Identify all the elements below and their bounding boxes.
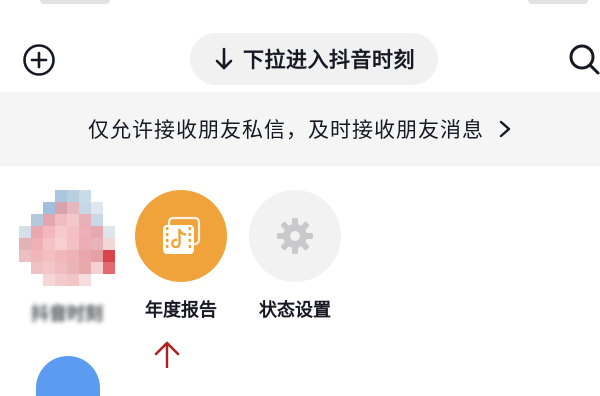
pull-down-moments-button[interactable]: 下拉进入抖音时刻 <box>190 33 438 85</box>
red-arrow-icon <box>154 341 180 368</box>
shortcut-status-settings-label: 状态设置 <box>259 300 331 321</box>
partial-next-row-icon <box>36 356 100 396</box>
arrow-down-icon <box>215 47 233 70</box>
add-button[interactable] <box>22 43 56 77</box>
search-icon <box>569 44 600 75</box>
shortcut-annual-report-label: 年度报告 <box>145 300 217 321</box>
gear-icon <box>277 218 313 254</box>
moments-avatar <box>19 190 115 286</box>
chevron-right-icon <box>499 120 511 138</box>
pull-down-label: 下拉进入抖音时刻 <box>243 48 415 72</box>
annual-report-icon-circle <box>135 190 227 282</box>
shortcut-status-settings[interactable]: 状态设置 <box>240 190 350 322</box>
message-permission-notice[interactable]: 仅允许接收朋友私信，及时接收朋友消息 <box>0 92 600 166</box>
status-settings-icon-circle <box>249 190 341 282</box>
top-bar: 下拉进入抖音时刻 <box>0 0 600 92</box>
shortcut-moments[interactable]: 抖音时刻 <box>12 190 122 326</box>
plus-circle-icon <box>23 44 55 76</box>
notice-text: 仅允许接收朋友私信，及时接收朋友消息 <box>88 118 484 142</box>
shortcut-moments-label: 抖音时刻 <box>31 304 103 325</box>
status-bar-remnant <box>528 0 588 4</box>
video-card-icon <box>163 216 201 254</box>
search-button[interactable] <box>566 42 600 78</box>
status-bar-remnant <box>40 0 110 4</box>
shortcut-annual-report[interactable]: 年度报告 <box>126 190 236 322</box>
